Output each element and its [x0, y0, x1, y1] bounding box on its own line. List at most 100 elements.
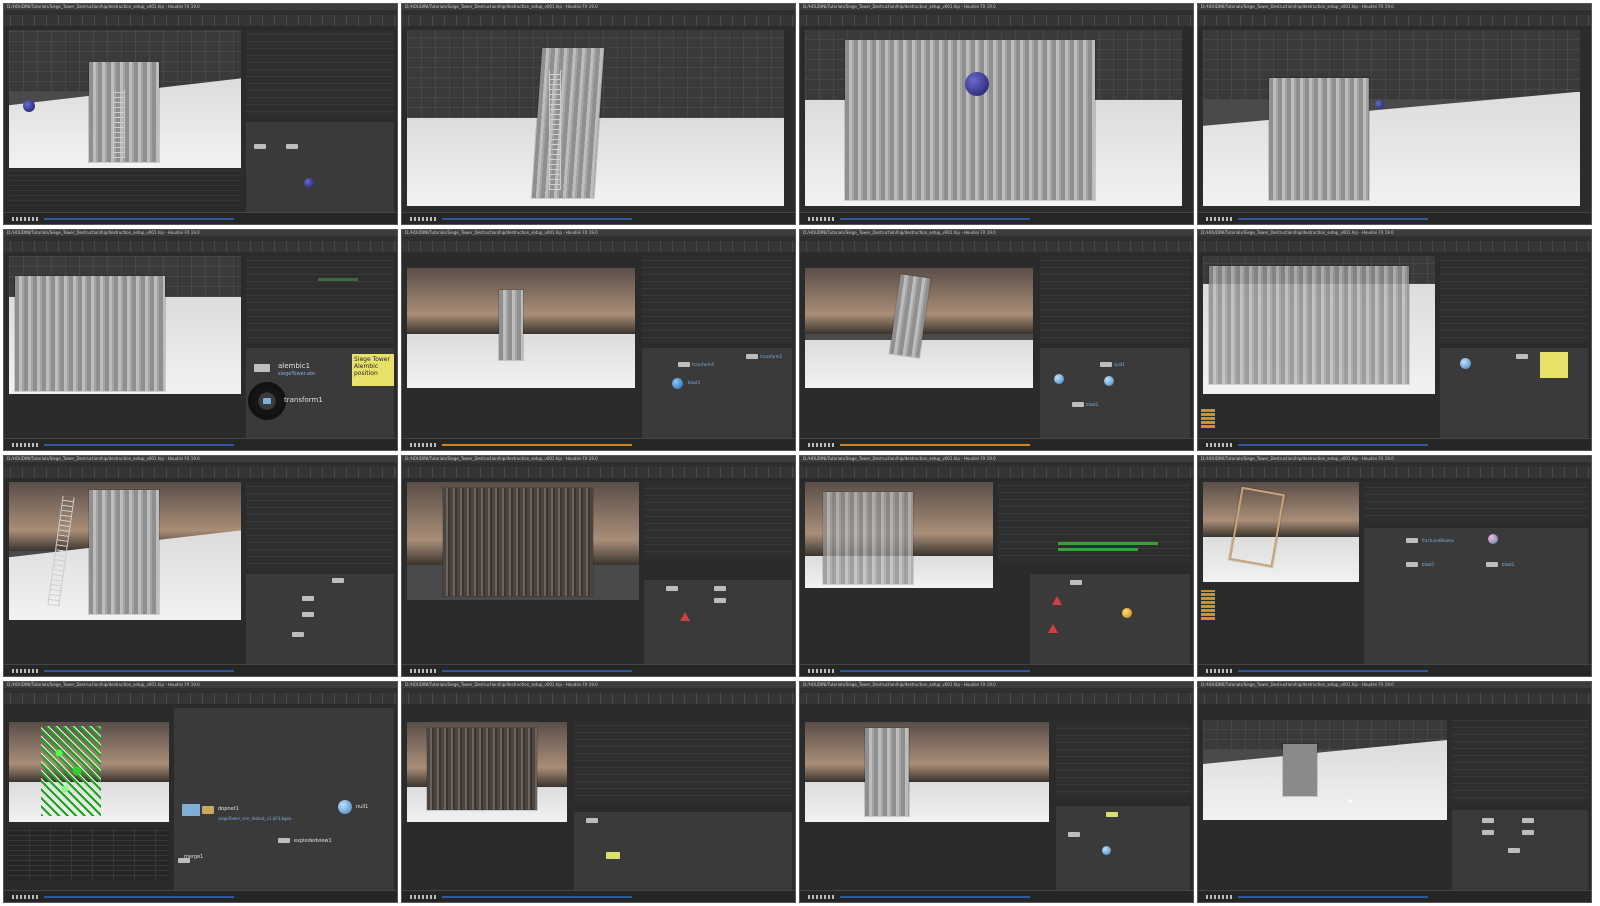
timeline-range[interactable] — [442, 670, 632, 672]
timeline-range[interactable] — [44, 896, 234, 898]
timeline-range[interactable] — [442, 444, 632, 446]
timeline-range[interactable] — [840, 444, 1030, 446]
thumbnail-2[interactable]: D:/HOUDINI/Tutorials/Siege_Tower_Destruc… — [401, 3, 796, 225]
network-node[interactable] — [714, 586, 726, 591]
timeline[interactable] — [402, 212, 795, 224]
timeline-range[interactable] — [1238, 670, 1428, 672]
playback-controls[interactable] — [1206, 669, 1234, 673]
network-node[interactable] — [666, 586, 678, 591]
playback-controls[interactable] — [410, 443, 438, 447]
timeline[interactable] — [402, 438, 795, 450]
timeline[interactable] — [800, 664, 1193, 676]
timeline-range[interactable] — [1238, 218, 1428, 220]
network-node[interactable] — [1106, 812, 1118, 817]
shelf-toolbar[interactable] — [4, 467, 397, 478]
timeline[interactable] — [800, 890, 1193, 902]
transform-node-icon[interactable] — [263, 398, 271, 404]
network-node[interactable] — [292, 632, 304, 637]
shelf-toolbar[interactable] — [1198, 15, 1591, 26]
scene-viewport[interactable] — [407, 30, 784, 206]
playback-controls[interactable] — [808, 669, 836, 673]
file-node[interactable] — [202, 806, 214, 814]
parameter-panel[interactable] — [998, 482, 1190, 562]
playback-controls[interactable] — [1206, 895, 1234, 899]
parameter-panel[interactable] — [246, 482, 394, 570]
scene-viewport[interactable] — [805, 30, 1182, 206]
network-node[interactable] — [1482, 818, 1494, 823]
network-view[interactable] — [574, 812, 792, 890]
timeline-range[interactable] — [840, 670, 1030, 672]
scene-viewport[interactable] — [1203, 482, 1359, 582]
shelf-toolbar[interactable] — [402, 467, 795, 478]
playback-controls[interactable] — [410, 217, 438, 221]
shelf-toolbar[interactable] — [4, 241, 397, 252]
scene-viewport[interactable] — [805, 482, 993, 588]
network-node[interactable] — [606, 852, 620, 859]
network-node[interactable] — [1522, 830, 1534, 835]
thumbnail-14[interactable]: D:/HOUDINI/Tutorials/Siege_Tower_Destruc… — [401, 681, 796, 903]
shelf-toolbar[interactable] — [1198, 693, 1591, 704]
sticky-note[interactable] — [1540, 352, 1568, 378]
timeline[interactable] — [1198, 438, 1591, 450]
playback-controls[interactable] — [1206, 443, 1234, 447]
scene-viewport[interactable] — [1203, 720, 1447, 820]
parameter-panel[interactable] — [1452, 720, 1588, 804]
timeline-range[interactable] — [442, 218, 632, 220]
timeline[interactable] — [800, 438, 1193, 450]
network-node[interactable] — [714, 598, 726, 603]
sticky-note[interactable]: Siege Tower Alembic position — [352, 354, 394, 386]
network-view[interactable]: split1 blast2 — [1040, 348, 1190, 438]
shelf-toolbar[interactable] — [4, 15, 397, 26]
thumbnail-13[interactable]: D:/HOUDINI/Tutorials/Siege_Tower_Destruc… — [3, 681, 398, 903]
network-view[interactable]: alembic1 siegeTower.abc transform1 Siege… — [246, 348, 394, 438]
playback-controls[interactable] — [1206, 217, 1234, 221]
shelf-toolbar[interactable] — [800, 15, 1193, 26]
thumbnail-8[interactable]: D:/HOUDINI/Tutorials/Siege_Tower_Destruc… — [1197, 229, 1592, 451]
shelf-toolbar[interactable] — [1198, 241, 1591, 252]
playback-controls[interactable] — [12, 895, 40, 899]
network-view[interactable] — [644, 580, 792, 664]
network-node[interactable] — [1508, 848, 1520, 853]
thumbnail-7[interactable]: D:/HOUDINI/Tutorials/Siege_Tower_Destruc… — [799, 229, 1194, 451]
network-node[interactable] — [746, 354, 758, 359]
geometry-spreadsheet[interactable] — [9, 828, 169, 880]
scene-viewport[interactable] — [805, 268, 1033, 388]
thumbnail-16[interactable]: D:/HOUDINI/Tutorials/Siege_Tower_Destruc… — [1197, 681, 1592, 903]
playback-controls[interactable] — [12, 443, 40, 447]
playback-controls[interactable] — [808, 217, 836, 221]
scene-viewport[interactable] — [407, 722, 567, 822]
network-view[interactable]: fracturedBeams blast1 blast2 — [1364, 528, 1588, 664]
network-node[interactable] — [332, 578, 344, 583]
scene-viewport[interactable] — [9, 30, 241, 168]
network-view[interactable] — [246, 122, 394, 212]
shelf-toolbar[interactable] — [800, 241, 1193, 252]
network-node[interactable] — [278, 838, 290, 843]
shelf-toolbar[interactable] — [402, 15, 795, 26]
parameter-panel[interactable] — [246, 256, 394, 344]
playback-controls[interactable] — [410, 669, 438, 673]
shelf-toolbar[interactable] — [402, 241, 795, 252]
scene-viewport[interactable] — [1203, 256, 1435, 394]
network-view[interactable] — [246, 574, 394, 664]
network-node[interactable] — [1072, 402, 1084, 407]
network-node[interactable] — [1486, 562, 1498, 567]
thumbnail-3[interactable]: D:/HOUDINI/Tutorials/Siege_Tower_Destruc… — [799, 3, 1194, 225]
thumbnail-11[interactable]: D:/HOUDINI/Tutorials/Siege_Tower_Destruc… — [799, 455, 1194, 677]
playback-controls[interactable] — [12, 217, 40, 221]
scene-viewport[interactable] — [805, 722, 1049, 822]
alembic-node[interactable] — [254, 364, 270, 372]
parameter-panel[interactable] — [642, 256, 792, 344]
scene-viewport[interactable] — [1203, 30, 1580, 206]
timeline-range[interactable] — [44, 444, 234, 446]
network-node[interactable] — [302, 596, 314, 601]
timeline[interactable] — [4, 890, 397, 902]
playback-controls[interactable] — [410, 895, 438, 899]
geometry-spreadsheet[interactable] — [9, 170, 241, 210]
thumbnail-4[interactable]: D:/HOUDINI/Tutorials/Siege_Tower_Destruc… — [1197, 3, 1592, 225]
network-node[interactable] — [286, 144, 298, 149]
timeline[interactable] — [402, 664, 795, 676]
timeline[interactable] — [1198, 890, 1591, 902]
radial-menu-icon[interactable] — [248, 382, 286, 420]
scene-viewport[interactable] — [9, 256, 241, 394]
parameter-panel[interactable] — [1040, 256, 1190, 344]
